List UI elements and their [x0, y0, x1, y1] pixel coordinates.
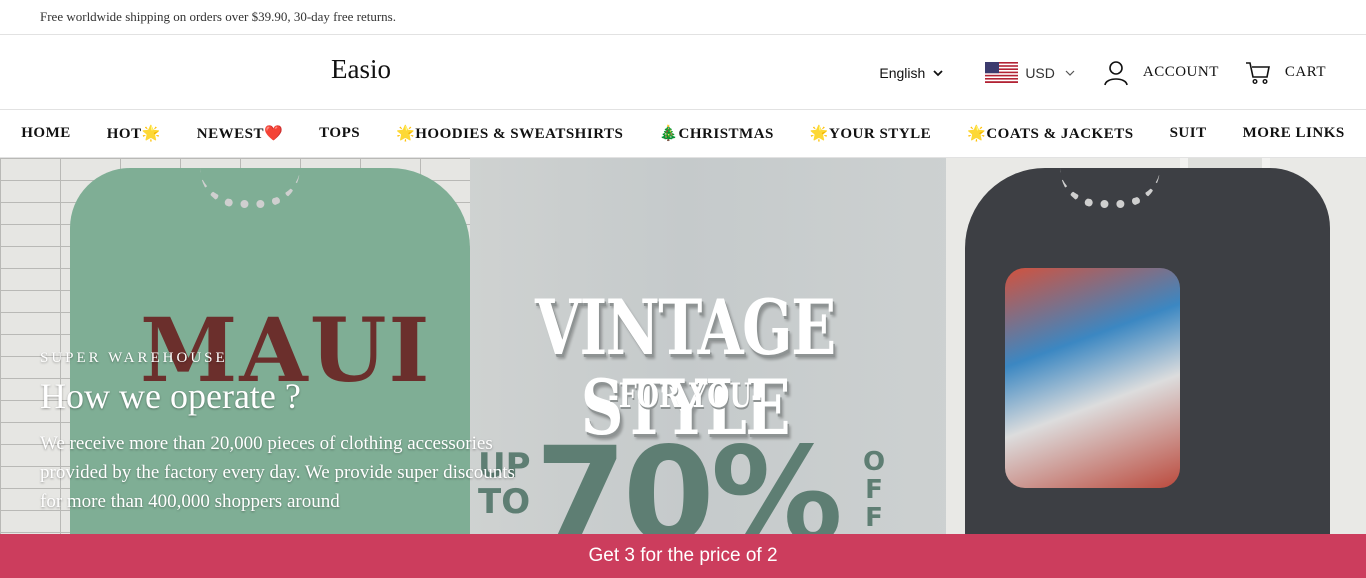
announcement-text: Free worldwide shipping on orders over $…	[40, 9, 396, 24]
nav-item-home[interactable]: HOME	[21, 125, 71, 142]
user-icon	[1104, 60, 1128, 85]
main-nav: HOME HOT🌟 NEWEST❤️ TOPS 🌟HOODIES & SWEAT…	[0, 110, 1366, 158]
account-link[interactable]: ACCOUNT	[1103, 60, 1219, 86]
currency-selector[interactable]: USD	[985, 62, 1075, 83]
promo-text: Get 3 for the price of 2	[588, 545, 778, 566]
hero-body-text: We receive more than 20,000 pieces of cl…	[40, 433, 515, 512]
nav-item-more-links[interactable]: MORE LINKS	[1243, 125, 1345, 142]
hero-eyebrow: SUPER WAREHOUSE	[40, 350, 228, 366]
nav-item-tops[interactable]: TOPS	[319, 125, 360, 142]
cart-label: CART	[1284, 64, 1326, 80]
chevron-down-icon	[933, 69, 943, 76]
hero-text-block: SUPER WAREHOUSE How we operate ? We rece…	[40, 350, 540, 516]
site-logo[interactable]: Easio	[331, 54, 391, 85]
language-selector[interactable]: English	[879, 65, 943, 81]
announcement-bar: Free worldwide shipping on orders over $…	[0, 0, 1366, 35]
nav-item-christmas[interactable]: 🎄CHRISTMAS	[659, 124, 774, 143]
nav-item-coats[interactable]: 🌟COATS & JACKETS	[967, 124, 1133, 143]
chevron-down-icon	[1065, 70, 1075, 76]
hero-title: How we operate ?	[40, 376, 301, 416]
banner-subheadline: -FOR YOU-	[608, 376, 762, 416]
cart-link[interactable]: CART	[1245, 61, 1326, 85]
nav-item-hoodies[interactable]: 🌟HOODIES & SWEATSHIRTS	[396, 124, 623, 143]
nav-item-your-style[interactable]: 🌟YOUR STYLE	[810, 124, 931, 143]
nav-item-suit[interactable]: SUIT	[1170, 125, 1207, 142]
promo-bar[interactable]: Get 3 for the price of 2	[0, 534, 1366, 578]
banner-percent: 70%	[535, 419, 843, 534]
site-header: Easio English USD ACCOUNT CART	[0, 35, 1366, 110]
account-label: ACCOUNT	[1142, 64, 1219, 80]
us-flag-icon	[985, 62, 1019, 83]
nav-item-newest[interactable]: NEWEST❤️	[197, 124, 283, 143]
graphic-print-image	[1005, 268, 1180, 488]
banner-off: OFF	[862, 447, 886, 533]
language-label: English	[879, 64, 926, 81]
cart-icon	[1245, 61, 1270, 84]
currency-label: USD	[1025, 64, 1055, 81]
nav-item-hot[interactable]: HOT🌟	[107, 124, 161, 143]
header-utilities: English USD ACCOUNT CART	[879, 35, 1326, 110]
hero-banner[interactable]: MAUI VINTAGE STYLE -FOR YOU- UP TO 70% O…	[0, 158, 1366, 534]
